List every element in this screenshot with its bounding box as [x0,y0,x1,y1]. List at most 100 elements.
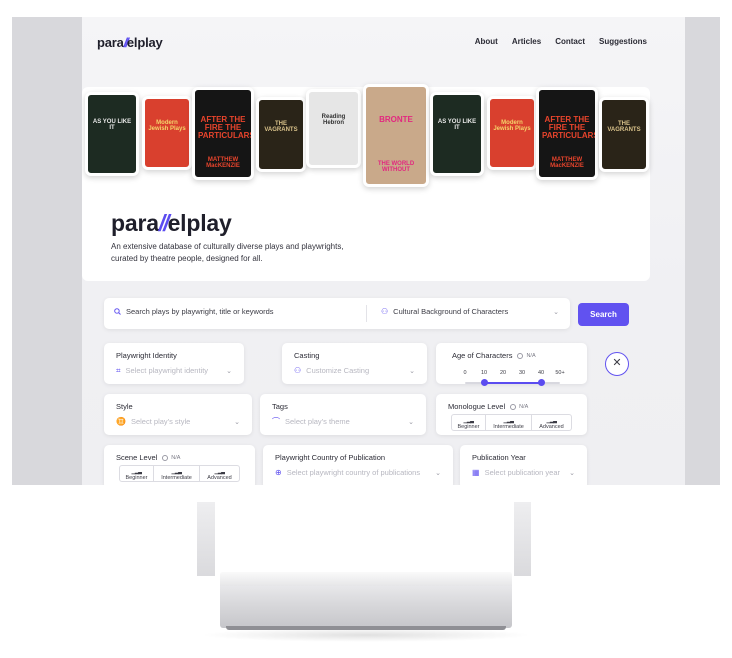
clear-filters-button[interactable]: ✕ [605,352,629,376]
casting-filter[interactable]: Casting ⚇ Customize Casting ⌄ [282,343,427,384]
book-cover-subtitle: MATTHEW MacKENZIE [550,157,584,169]
age-range-slider[interactable]: 0 10 20 30 40 50+ [463,370,565,392]
radio-icon [510,403,517,410]
country-title: Playwright Country of Publication [275,453,386,462]
cultural-background-label: Cultural Background of Characters [393,307,509,316]
slider-tick-label: 20 [499,370,507,376]
book-cover-title: AS YOU LIKE IT [92,119,132,131]
search-icon [114,308,121,315]
nav-link-about[interactable]: About [475,37,498,46]
scene-level-segments: ▁▂▃ Beginner ▁▂▃ Intermediate ▁▂▃ Advanced [119,465,240,482]
globe-icon: ⊕ [275,467,282,477]
tags-filter[interactable]: Tags ⌒ Select play's theme ⌄ [260,394,426,435]
age-of-characters-filter: Age of Characters N/A 0 10 20 30 40 50+ [436,343,587,386]
slider-tick-label: 30 [518,370,526,376]
nav-links: About Articles Contact Suggestions [475,37,647,46]
book-cover-title: Modern Jewish Plays [148,120,186,132]
scene-na-label: N/A [171,454,181,461]
publication-year-filter[interactable]: Publication Year ▦ Select publication ye… [460,445,587,485]
scene-na-toggle[interactable]: N/A [162,454,181,461]
monologue-level-segments: ▁▂▃ Beginner ▁▂▃ Intermediate ▁▂▃ Advanced [451,414,572,431]
book-cover-title: Modern Jewish Plays [493,120,531,132]
slider-max-handle[interactable] [537,379,545,386]
logo-prefix: para [97,35,124,50]
mockup-stage: para//elplay About Articles Contact Sugg… [0,0,732,658]
radio-icon [517,352,524,359]
playwright-identity-title: Playwright Identity [116,351,177,360]
monologue-advanced-option[interactable]: ▁▂▃ Advanced [532,415,571,430]
cultural-background-select[interactable]: ⚇ Cultural Background of Characters ⌄ [381,307,559,316]
search-divider [366,305,367,322]
style-filter[interactable]: Style ♊ Select play's style ⌄ [104,394,252,435]
book-cover[interactable]: THE VAGRANTS [256,97,306,172]
user-group-icon: ⚇ [381,306,389,316]
tagline-line-2: curated by theatre people, designed for … [111,254,263,263]
casting-placeholder: Customize Casting [306,366,370,375]
hero-card: AS YOU LIKE IT Modern Jewish Plays AFTER T… [82,84,650,281]
book-cover[interactable]: AFTER THE FIRE THE PARTICULARS MATTHEW Ma… [536,87,598,180]
hero-logo-prefix: para [111,210,159,236]
nav-link-articles[interactable]: Articles [512,37,541,46]
style-title: Style [116,402,133,411]
book-cover[interactable]: BRONTE THE WORLD WITHOUT [363,84,429,187]
chevron-down-icon: ⌄ [569,469,575,477]
slider-range-fill [484,382,541,384]
nav-link-contact[interactable]: Contact [555,37,585,46]
scene-advanced-option[interactable]: ▁▂▃ Advanced [200,466,239,481]
nav-logo[interactable]: para//elplay [97,35,163,50]
scene-title: Scene Level [116,453,158,462]
monologue-na-label: N/A [519,403,529,410]
search-input[interactable]: Search plays by playwright, title or key… [114,307,274,316]
chevron-down-icon: ⌄ [409,367,415,375]
tags-title: Tags [272,402,288,411]
scene-beginner-label: Beginner [125,475,148,481]
chevron-down-icon: ⌄ [226,367,232,375]
book-cover-subtitle: THE WORLD WITHOUT [377,161,415,173]
search-bar: Search plays by playwright, title or key… [104,298,570,329]
scene-beginner-option[interactable]: ▁▂▃ Beginner [120,466,154,481]
website-screen: para//elplay About Articles Contact Sugg… [82,17,685,485]
chevron-down-icon: ⌄ [435,469,441,477]
monologue-intermediate-option[interactable]: ▁▂▃ Intermediate [486,415,532,430]
stand-shadow [200,628,532,642]
age-na-toggle[interactable]: N/A [517,352,536,359]
slider-tick-label: 10 [480,370,488,376]
playwright-identity-filter[interactable]: Playwright Identity ⌗ Select playwright … [104,343,244,384]
book-cover[interactable]: AS YOU LIKE IT [85,92,139,176]
book-cover[interactable]: AFTER THE FIRE THE PARTICULARS MATTHEW Ma… [192,87,254,180]
radio-icon [162,454,169,461]
country-of-publication-filter[interactable]: Playwright Country of Publication ⊕ Sele… [263,445,453,485]
book-cover-title: THE VAGRANTS [264,121,298,133]
slider-tick-label: 50+ [555,370,565,376]
monitor-stand-gap [215,502,514,576]
monologue-level-filter: Monologue Level N/A ▁▂▃ Beginner ▁▂▃ Inter… [436,394,587,435]
book-cover[interactable]: AS YOU LIKE IT [430,92,484,176]
scene-intermediate-option[interactable]: ▁▂▃ Intermediate [154,466,200,481]
age-na-label: N/A [526,352,536,359]
book-cover[interactable]: THE VAGRANTS [599,97,649,172]
hero-logo-suffix: elplay [167,210,232,236]
book-cover[interactable]: Modern Jewish Plays [142,96,192,170]
hero-logo: para//elplay [111,210,232,237]
user-group-icon: ⚇ [294,365,302,375]
rainbow-icon: ⌒ [272,416,280,426]
slider-min-handle[interactable] [480,379,488,386]
book-cover-title: THE VAGRANTS [607,121,641,133]
playwright-identity-placeholder: Select playwright identity [125,366,209,375]
monitor-stand-base-top [220,572,512,586]
monologue-intermediate-label: Intermediate [493,424,524,430]
nav-link-suggestions[interactable]: Suggestions [599,37,647,46]
theatre-masks-icon: ♊ [116,416,126,426]
book-cover[interactable]: Reading Hebron [306,89,361,168]
monologue-na-toggle[interactable]: N/A [510,403,529,410]
scene-advanced-label: Advanced [207,475,232,481]
book-cover-title: BRONTE [379,115,413,124]
close-icon: ✕ [612,357,622,369]
monologue-beginner-option[interactable]: ▁▂▃ Beginner [452,415,486,430]
book-cover[interactable]: Modern Jewish Plays [487,96,537,170]
id-scan-icon: ⌗ [116,365,121,375]
search-button[interactable]: Search [578,303,629,326]
casting-title: Casting [294,351,320,360]
top-nav: para//elplay About Articles Contact Sugg… [82,17,685,69]
search-placeholder: Search plays by playwright, title or key… [126,307,274,316]
